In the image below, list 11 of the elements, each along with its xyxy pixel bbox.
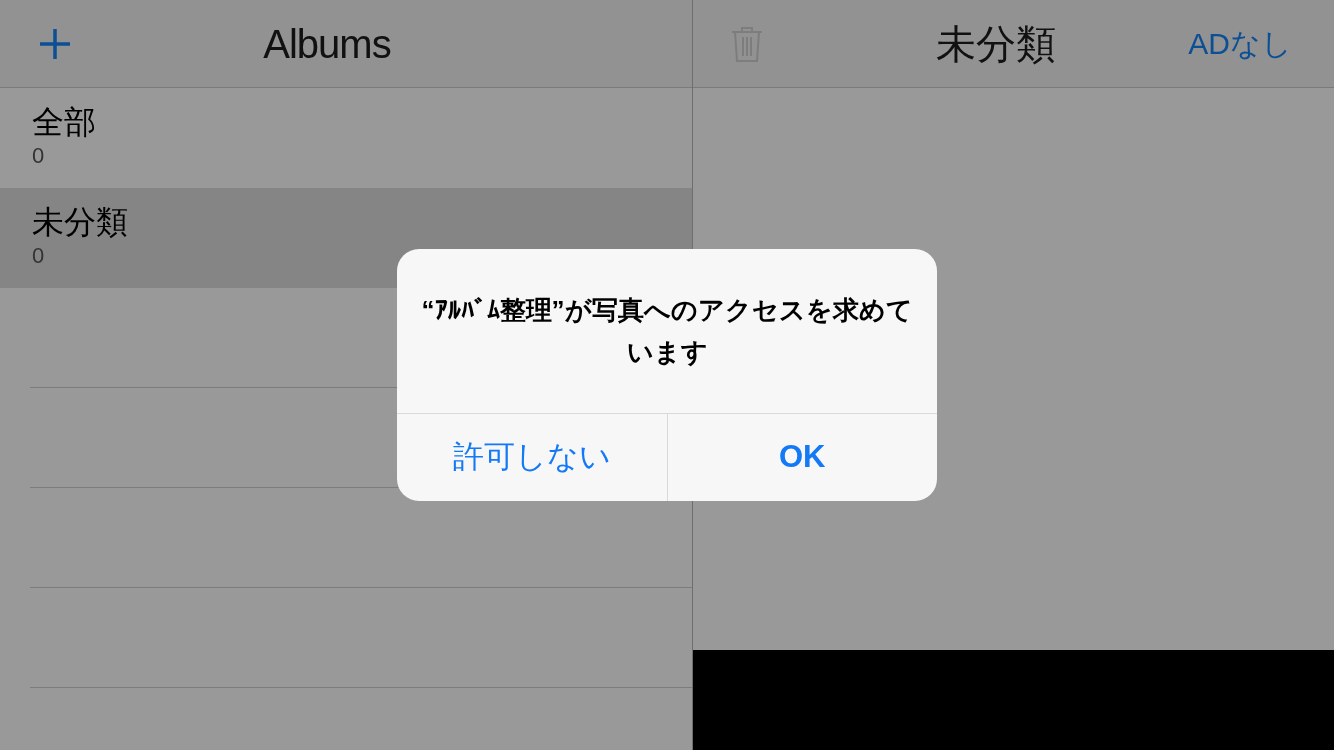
album-name: 未分類 bbox=[32, 203, 129, 242]
add-icon[interactable] bbox=[38, 26, 72, 61]
navigation-title: 未分類 bbox=[934, 20, 1057, 68]
album-name: 全部 bbox=[32, 103, 97, 142]
navigation-title: Albums bbox=[262, 20, 392, 68]
album-count: 0 bbox=[32, 243, 46, 269]
alert-button[interactable]: OK bbox=[666, 414, 937, 501]
ad-free-button[interactable]: ADなし bbox=[1188, 21, 1292, 66]
alert-title: “ｱﾙﾊﾞﾑ整理”が写真へのアクセスを求めています bbox=[421, 294, 913, 369]
album-count: 0 bbox=[32, 143, 46, 169]
alert-button[interactable]: 許可しない bbox=[397, 414, 667, 501]
